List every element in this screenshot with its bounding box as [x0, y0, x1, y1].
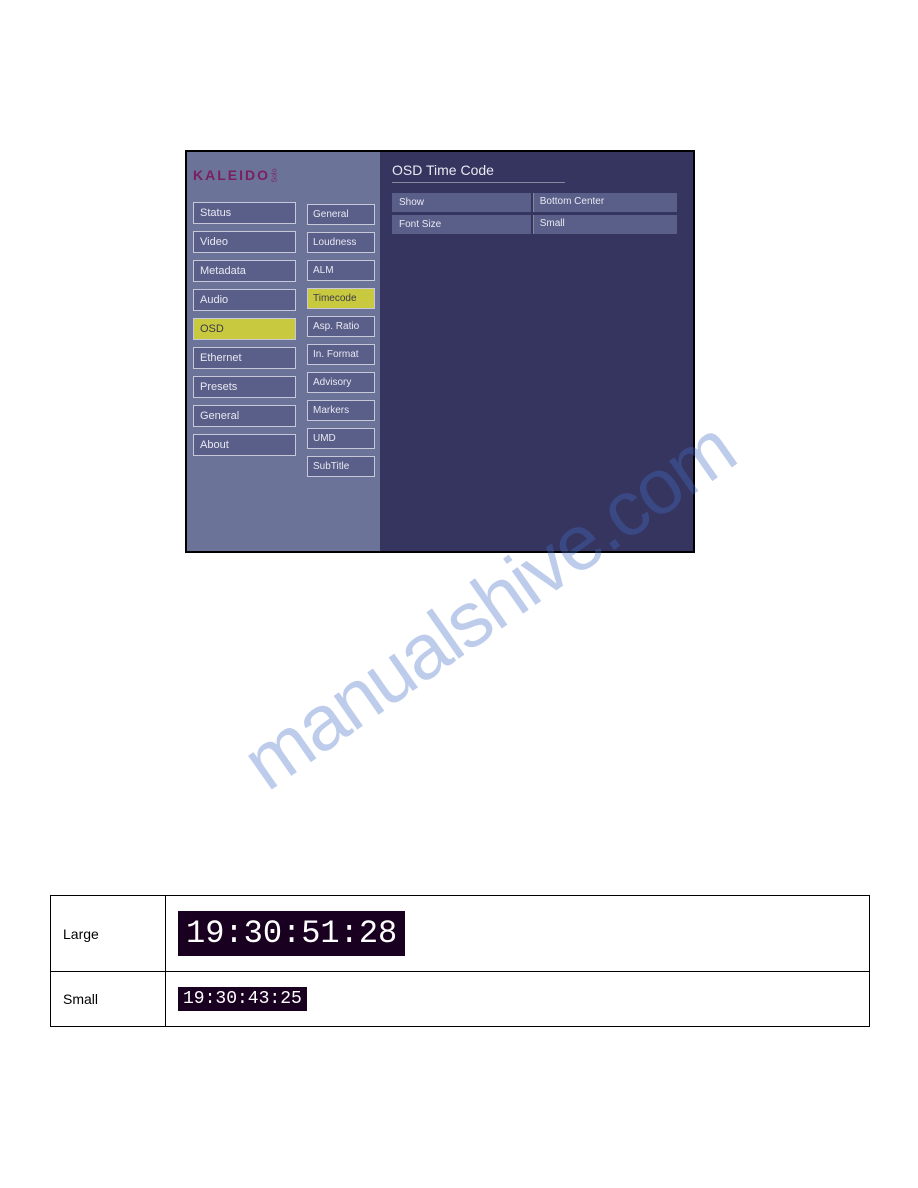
- setting-label-show: Show: [392, 193, 531, 212]
- sidebar-item-general[interactable]: General: [193, 405, 296, 427]
- submenu-item-general[interactable]: General: [307, 204, 375, 225]
- main-sidebar: KALEIDO Solo Status Video Metadata Audio…: [187, 152, 302, 551]
- logo-sub: Solo: [272, 168, 279, 182]
- setting-row-show[interactable]: Show Bottom Center: [392, 193, 681, 212]
- sidebar-item-metadata[interactable]: Metadata: [193, 260, 296, 282]
- timecode-display-large: 19:30:51:28: [178, 911, 405, 956]
- example-label-large: Large: [51, 896, 166, 972]
- sidebar-item-video[interactable]: Video: [193, 231, 296, 253]
- submenu-item-advisory[interactable]: Advisory: [307, 372, 375, 393]
- submenu-sidebar: General Loudness ALM Timecode Asp. Ratio…: [302, 152, 380, 551]
- submenu-item-loudness[interactable]: Loudness: [307, 232, 375, 253]
- sidebar-item-ethernet[interactable]: Ethernet: [193, 347, 296, 369]
- submenu-item-subtitle[interactable]: SubTitle: [307, 456, 375, 477]
- example-table: Large 19:30:51:28 Small 19:30:43:25: [50, 895, 870, 1027]
- submenu-item-alm[interactable]: ALM: [307, 260, 375, 281]
- sidebar-item-presets[interactable]: Presets: [193, 376, 296, 398]
- setting-value-fontsize: Small: [533, 215, 678, 234]
- example-row-large: Large 19:30:51:28: [51, 896, 870, 972]
- sidebar-item-about[interactable]: About: [193, 434, 296, 456]
- timecode-display-small: 19:30:43:25: [178, 987, 307, 1011]
- example-cell-large: 19:30:51:28: [166, 896, 870, 972]
- setting-value-show: Bottom Center: [533, 193, 678, 212]
- submenu-item-umd[interactable]: UMD: [307, 428, 375, 449]
- sidebar-item-osd[interactable]: OSD: [193, 318, 296, 340]
- example-label-small: Small: [51, 972, 166, 1027]
- submenu-item-aspratio[interactable]: Asp. Ratio: [307, 316, 375, 337]
- submenu-item-timecode[interactable]: Timecode: [307, 288, 375, 309]
- setting-label-fontsize: Font Size: [392, 215, 531, 234]
- logo-main: KALEIDO: [193, 167, 270, 183]
- submenu-item-informat[interactable]: In. Format: [307, 344, 375, 365]
- osd-panel: KALEIDO Solo Status Video Metadata Audio…: [185, 150, 695, 553]
- setting-row-fontsize[interactable]: Font Size Small: [392, 215, 681, 234]
- sidebar-item-status[interactable]: Status: [193, 202, 296, 224]
- submenu-item-markers[interactable]: Markers: [307, 400, 375, 421]
- content-area: OSD Time Code Show Bottom Center Font Si…: [380, 152, 693, 551]
- sidebar-item-audio[interactable]: Audio: [193, 289, 296, 311]
- logo-area: KALEIDO Solo: [193, 160, 296, 190]
- example-cell-small: 19:30:43:25: [166, 972, 870, 1027]
- content-title: OSD Time Code: [392, 162, 565, 183]
- example-row-small: Small 19:30:43:25: [51, 972, 870, 1027]
